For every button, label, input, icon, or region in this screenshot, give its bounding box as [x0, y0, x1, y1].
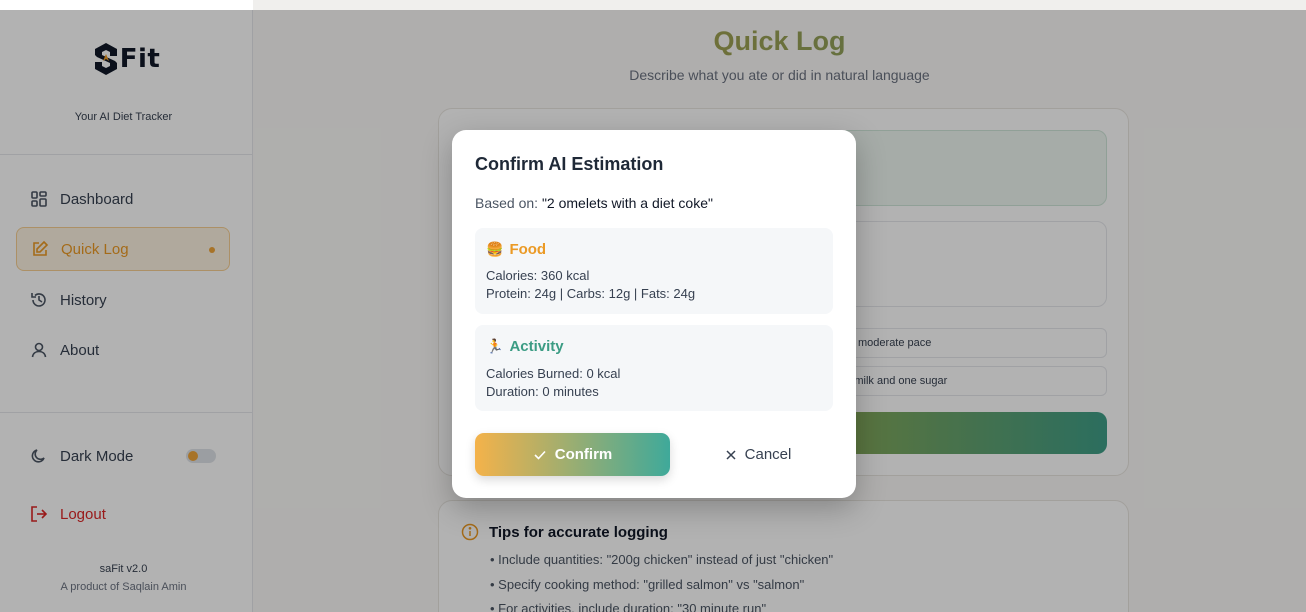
- activity-estimate-box: 🏃 Activity Calories Burned: 0 kcal Durat…: [475, 325, 833, 411]
- food-title: Food: [509, 241, 547, 258]
- confirm-label: Confirm: [554, 446, 613, 463]
- top-strip-right: [253, 0, 1306, 10]
- based-on-text: "2 omelets with a diet coke": [541, 195, 713, 211]
- food-calories: Calories: 360 kcal: [486, 268, 590, 283]
- cancel-label: Cancel: [744, 446, 792, 463]
- activity-burned: Calories Burned: 0 kcal: [486, 366, 621, 381]
- based-on-label: Based on:: [475, 195, 539, 211]
- food-header: 🍔 Food: [486, 241, 546, 258]
- burger-icon: 🍔: [486, 241, 504, 258]
- activity-title: Activity: [509, 338, 564, 355]
- confirm-estimation-modal: Confirm AI Estimation Based on: "2 omele…: [452, 130, 856, 498]
- based-on-line: Based on: "2 omelets with a diet coke": [475, 195, 713, 211]
- activity-header: 🏃 Activity: [486, 338, 564, 355]
- food-macros: Protein: 24g | Carbs: 12g | Fats: 24g: [486, 286, 696, 301]
- cancel-button[interactable]: Cancel: [684, 433, 832, 476]
- activity-duration: Duration: 0 minutes: [486, 384, 599, 399]
- close-icon: [726, 449, 736, 460]
- check-icon: [534, 450, 546, 460]
- food-estimate-box: 🍔 Food Calories: 360 kcal Protein: 24g |…: [475, 228, 833, 314]
- confirm-button[interactable]: Confirm: [475, 433, 670, 476]
- runner-icon: 🏃: [486, 338, 504, 355]
- modal-title: Confirm AI Estimation: [475, 154, 664, 174]
